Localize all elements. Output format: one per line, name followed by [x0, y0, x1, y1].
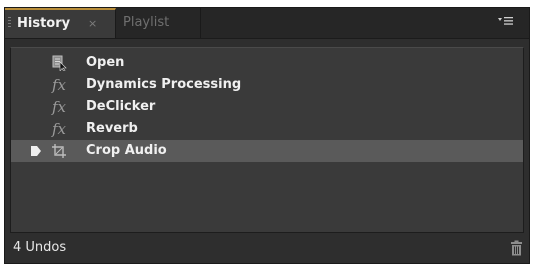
history-item-label: Open	[86, 55, 125, 70]
tab-history-label: History	[17, 16, 71, 31]
drag-grip-icon[interactable]	[8, 17, 11, 29]
history-item-label: Reverb	[86, 121, 138, 136]
current-state-pointer-icon[interactable]	[30, 145, 42, 157]
history-item[interactable]: Open	[11, 52, 523, 74]
panel-tab-bar: History × Playlist	[5, 8, 529, 39]
fx-icon: fx	[51, 98, 66, 116]
trash-icon[interactable]	[510, 240, 523, 256]
undo-count: 4 Undos	[13, 240, 67, 255]
history-item[interactable]: fx Dynamics Processing	[11, 74, 523, 96]
panel-footer: 4 Undos	[5, 233, 529, 263]
close-icon[interactable]: ×	[88, 10, 97, 37]
panel-menu-icon[interactable]	[493, 8, 519, 38]
history-item-label: DeClicker	[86, 99, 156, 114]
fx-icon: fx	[51, 76, 66, 94]
tab-playlist[interactable]: Playlist	[117, 8, 201, 38]
history-item[interactable]: fx DeClicker	[11, 96, 523, 118]
history-item-label: Dynamics Processing	[86, 77, 242, 92]
history-panel: History × Playlist Open fx Dynamics Proc…	[4, 7, 530, 264]
history-item-label: Crop Audio	[86, 143, 167, 158]
history-item-selected[interactable]: Crop Audio	[11, 140, 523, 162]
fx-icon: fx	[51, 120, 66, 138]
history-item[interactable]: fx Reverb	[11, 118, 523, 140]
tab-history[interactable]: History ×	[5, 8, 116, 38]
history-list: Open fx Dynamics Processing fx DeClicker…	[10, 47, 524, 233]
crop-icon	[49, 140, 69, 162]
tab-playlist-label: Playlist	[123, 15, 170, 30]
open-document-icon	[49, 52, 69, 74]
